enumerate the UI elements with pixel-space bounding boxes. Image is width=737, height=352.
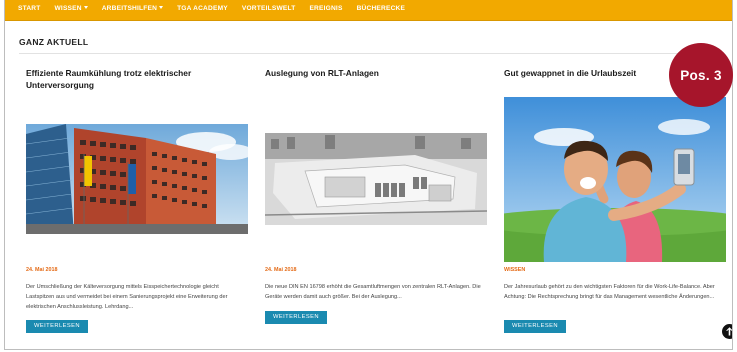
- rooftop-hvac-unit-photo[interactable]: [265, 133, 487, 225]
- browser-page: START WISSEN ARBEITSHILFEN TGA ACADEMY V…: [4, 0, 733, 350]
- position-badge: Pos. 3: [669, 43, 733, 107]
- article-card: Auslegung von RLT-Anlagen 24. Mai 2018 D…: [265, 0, 487, 349]
- article-date: 24. Mai 2018: [265, 267, 297, 273]
- article-card: Effiziente Raumkühlung trotz elektrische…: [26, 0, 248, 349]
- vacation-couple-image: [504, 97, 726, 262]
- read-more-button[interactable]: WEITERLESEN: [26, 320, 88, 333]
- read-more-button[interactable]: WEITERLESEN: [504, 320, 566, 333]
- arrow-up-circle-icon: [726, 327, 732, 336]
- rooftop-hvac-image: [265, 133, 487, 225]
- article-title[interactable]: Auslegung von RLT-Anlagen: [265, 68, 475, 80]
- article-title[interactable]: Effiziente Raumkühlung trotz elektrische…: [26, 68, 236, 91]
- scroll-to-top-button[interactable]: [722, 324, 732, 339]
- article-excerpt: Der Jahresurlaub gehört zu den wichtigst…: [504, 284, 715, 301]
- read-more-button[interactable]: WEITERLESEN: [265, 311, 327, 324]
- article-date: 24. Mai 2018: [26, 267, 58, 273]
- article-excerpt: Die neue DIN EN 16798 erhöht die Gesamtl…: [265, 284, 481, 301]
- vacation-couple-selfie-photo[interactable]: [504, 97, 726, 262]
- article-excerpt: Der Umschließung der Kälteversorgung mit…: [26, 284, 228, 311]
- office-building-photo[interactable]: [26, 124, 248, 234]
- office-building-image: [26, 124, 248, 234]
- article-category: WISSEN: [504, 267, 526, 273]
